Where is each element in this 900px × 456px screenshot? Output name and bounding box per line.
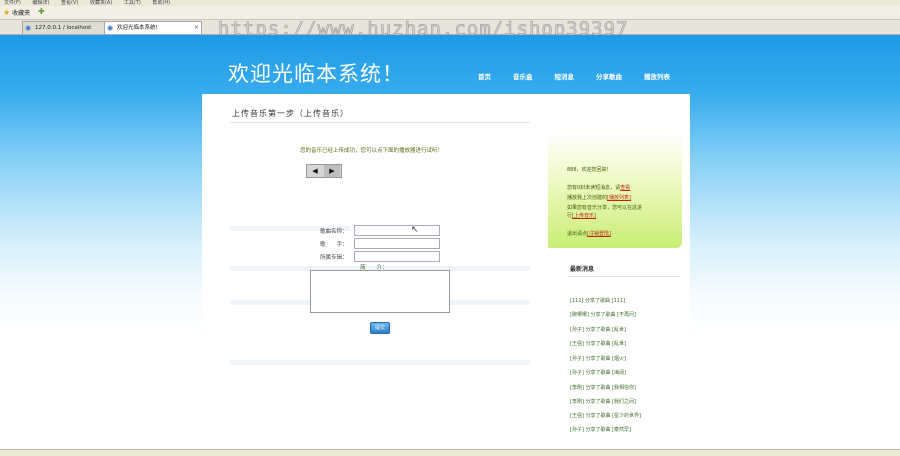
star-icon: ★: [3, 8, 11, 17]
page-icon: ◉: [25, 24, 32, 32]
news-item[interactable]: [碗哪哪] 分享了歌曲 [不再问]: [570, 311, 636, 318]
nav-music-box[interactable]: 音乐盒: [513, 71, 533, 81]
intro-textarea[interactable]: [310, 270, 450, 313]
logout-line: 退出请点[注销登陆]: [567, 230, 611, 237]
favorites-button[interactable]: ★ 收藏夹: [3, 8, 30, 18]
rewind-icon[interactable]: ◀: [307, 165, 323, 177]
play-icon[interactable]: ▶: [324, 165, 340, 177]
upload-success-message: 您的音乐已经上传成功，您可以点下面的播放器进行试听！: [300, 148, 444, 154]
tab-label: 欢迎光临本系统!: [117, 25, 158, 31]
divider: [230, 122, 530, 123]
faint-stripe: [230, 360, 530, 365]
last-playlist-line: 播放我上次创建的[播放列表]: [567, 194, 631, 201]
news-item[interactable]: [李刚] 分享了歌曲 [我们之间]: [570, 398, 636, 405]
news-item[interactable]: [111] 分享了歌曲 [111]: [570, 297, 625, 304]
audio-player[interactable]: ◀ ▶: [306, 164, 342, 178]
line-text: 退出请点: [567, 231, 588, 237]
nav-home[interactable]: 首页: [478, 71, 491, 81]
add-favorite-icon[interactable]: ✚: [38, 7, 48, 17]
divider: [568, 276, 680, 277]
logout-link[interactable]: [注销登陆]: [587, 231, 611, 237]
news-item[interactable]: [王强] 分享了歌曲 [星少的世界]: [570, 412, 641, 419]
nav-messages[interactable]: 短消息: [555, 71, 575, 81]
cursor-icon: ↖: [411, 225, 419, 235]
news-item[interactable]: [孙子] 分享了歌曲 [泰然早]: [570, 426, 631, 433]
view-messages-link[interactable]: 查看: [620, 185, 630, 191]
submit-button[interactable]: 提交: [370, 322, 390, 334]
news-title: 最新消息: [570, 266, 595, 273]
tab-welcome[interactable]: ◉ 欢迎光临本系统! ×: [104, 21, 202, 34]
singer-input[interactable]: [354, 238, 440, 249]
tab-label: 127.0.0.1 / localhost: [35, 25, 92, 31]
main-nav: 首页 音乐盒 短消息 分享歌曲 播放列表: [478, 71, 692, 81]
site-title: 欢迎光临本系统！: [228, 62, 404, 86]
news-item[interactable]: [孙子] 分享了歌曲 [乱世]: [570, 326, 626, 333]
song-name-label: 歌曲名称：: [320, 229, 348, 235]
close-icon[interactable]: ×: [194, 22, 199, 34]
singer-label: 歌 手：: [320, 242, 348, 248]
nav-playlist[interactable]: 播放列表: [644, 71, 670, 81]
user-sidebar: 888，欢迎您回来！ 您有0封未读短消息，请查看 播放我上次创建的[播放列表] …: [548, 130, 682, 248]
line-text: 您有0封未读短消息，请: [567, 185, 621, 191]
share-hint-line: 如果您有音乐分享，您可以在这进: [567, 205, 643, 211]
unread-messages-line: 您有0封未读短消息，请查看: [567, 184, 630, 191]
playlist-link[interactable]: [播放列表]: [607, 195, 631, 201]
news-item[interactable]: [孙子] 分享了歌曲 [烟火]: [570, 355, 626, 362]
welcome-text: 888，欢迎您回来！: [567, 167, 612, 173]
news-item[interactable]: [王强] 分享了歌曲 [乱世]: [570, 340, 626, 347]
upload-line: 行[上传音乐]: [567, 212, 596, 219]
song-name-input[interactable]: [354, 225, 440, 236]
tab-localhost[interactable]: ◉ 127.0.0.1 / localhost: [22, 21, 116, 34]
news-item[interactable]: [孙子] 分享了歌曲 [海阔]: [570, 369, 626, 376]
line-text: 播放我上次创建的: [567, 195, 608, 201]
album-input[interactable]: [354, 251, 440, 262]
page-heading: 上传音乐第一步（上传音乐）: [232, 109, 349, 118]
favorites-label: 收藏夹: [12, 10, 31, 17]
page-icon: ◉: [107, 24, 114, 32]
news-item[interactable]: [李刚] 分享了歌曲 [我相信你]: [570, 384, 636, 391]
nav-share-song[interactable]: 分享歌曲: [596, 71, 622, 81]
album-label: 所属专辑：: [320, 255, 348, 261]
upload-music-link[interactable]: [上传音乐]: [572, 213, 596, 219]
